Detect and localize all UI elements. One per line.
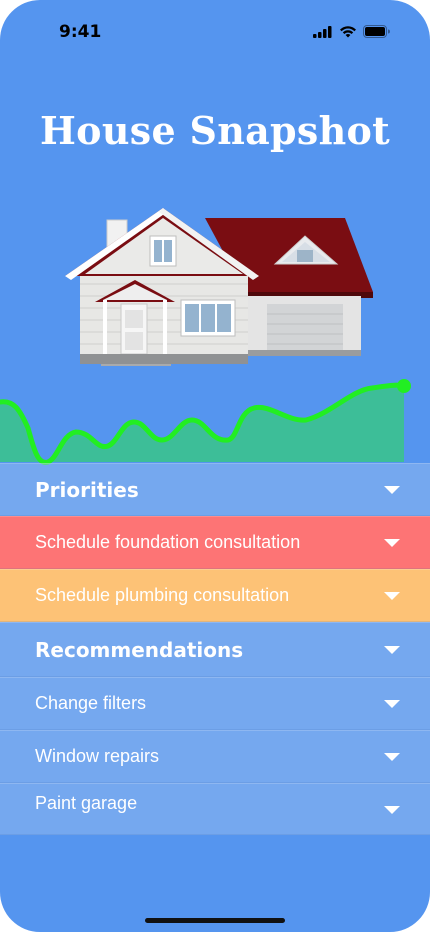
priorities-header[interactable]: Priorities	[0, 463, 430, 516]
status-icons	[313, 25, 390, 38]
recommendations-header[interactable]: Recommendations	[0, 622, 430, 677]
recommendation-item-label: Paint garage	[35, 793, 138, 813]
page-title: House Snapshot	[39, 108, 391, 153]
recommendations-title: Recommendations	[35, 637, 244, 662]
trend-graph	[0, 379, 411, 465]
house-illustration	[65, 208, 373, 366]
recommendation-item-filters[interactable]: Change filters	[0, 677, 430, 730]
chevron-down-icon[interactable]	[384, 806, 400, 814]
priority-item-label: Schedule plumbing consultation	[35, 585, 290, 605]
chevron-down-icon[interactable]	[384, 645, 400, 654]
phone-screen: 9:41 House Snapshot Priorities Schedule …	[0, 0, 430, 932]
chevron-down-icon[interactable]	[384, 538, 400, 547]
wifi-icon	[340, 26, 356, 38]
priority-item-foundation[interactable]: Schedule foundation consultation	[0, 516, 430, 569]
chevron-down-icon[interactable]	[384, 752, 400, 761]
chevron-down-icon[interactable]	[384, 699, 400, 708]
recommendation-item-windows[interactable]: Window repairs	[0, 730, 430, 783]
chevron-down-icon[interactable]	[384, 485, 400, 494]
recommendation-item-garage[interactable]: Paint garage	[0, 783, 430, 835]
recommendation-item-label: Window repairs	[35, 746, 160, 766]
status-bar: 9:41	[0, 0, 430, 60]
priorities-title: Priorities	[35, 477, 139, 502]
home-indicator[interactable]	[145, 918, 285, 923]
priority-item-plumbing[interactable]: Schedule plumbing consultation	[0, 569, 430, 622]
priority-item-label: Schedule foundation consultation	[35, 532, 301, 552]
snapshot-list: Priorities Schedule foundation consultat…	[0, 463, 430, 835]
chevron-down-icon[interactable]	[384, 591, 400, 600]
recommendation-item-label: Change filters	[35, 693, 147, 713]
status-time: 9:41	[59, 22, 102, 42]
trend-endpoint	[397, 379, 411, 393]
battery-icon	[363, 25, 390, 38]
signal-icon	[313, 25, 332, 38]
